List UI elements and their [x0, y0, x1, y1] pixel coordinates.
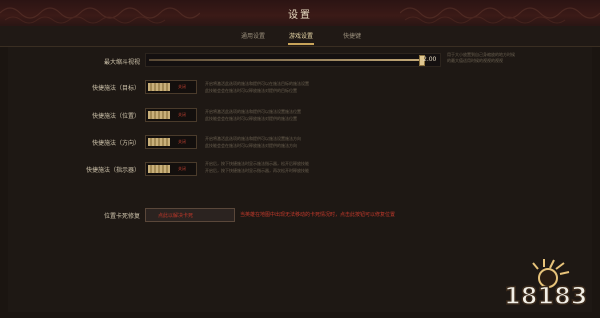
quick-cast-target-label: 快捷施法（目标）	[91, 85, 140, 92]
toggle-state: 关闭	[178, 139, 186, 144]
toggle-knob	[148, 111, 170, 119]
quick-cast-position-toggle[interactable]: 关闭	[145, 108, 197, 122]
tab-general[interactable]: 通用设置	[228, 31, 278, 40]
quick-cast-indicator-toggle[interactable]: 关闭	[145, 162, 197, 176]
stuck-fix-button[interactable]: 点此以解决卡死	[145, 208, 235, 222]
quick-cast-direction-desc: 开启将激活此选项的施法和提供可以施法设置施法方向 此技能会会在施法时可以释放施法…	[205, 135, 505, 149]
toggle-state: 关闭	[178, 84, 186, 89]
window-title: 设置	[288, 10, 312, 21]
desc-line: 开启将激活此选项的施法和提供可以施法设置施法位置	[205, 109, 301, 114]
toggle-state: 关闭	[178, 166, 186, 171]
desc-line: 此技能会会在施法时可以释放施法对提供的施法方向	[205, 143, 297, 148]
quick-cast-direction-label: 快捷施法（方向）	[91, 140, 140, 147]
quick-cast-target-desc: 开启将激活此选项的施法和提供可以在施法目标的施法设置 此技能会会在施法时可以释放…	[205, 80, 505, 94]
desc-line: 此技能会会在施法时可以释放施法对提供的目标位置	[205, 88, 297, 93]
tab-hotkeys[interactable]: 快捷键	[327, 31, 377, 40]
slider-fill	[149, 59, 421, 61]
max-zoom-side-note: 用于大小放置到自己身缩放的地方时候 的最大值适用时候的视视的视视	[447, 52, 582, 64]
logo-text: 18183	[504, 282, 588, 310]
toggle-state: 关闭	[178, 112, 186, 117]
max-zoom-value: 2.00	[423, 56, 437, 63]
side-note-line: 的最大值适用时候的视视的视视	[447, 58, 503, 63]
quick-cast-target-toggle[interactable]: 关闭	[145, 80, 197, 94]
desc-line: 开启将激活此选项的施法和提供可以在施法目标的施法设置	[205, 81, 309, 86]
active-tab-indicator	[288, 43, 314, 45]
stuck-fix-label: 位置卡死修复	[103, 213, 140, 220]
max-zoom-label: 最大缩斗视视	[103, 59, 140, 66]
max-zoom-slider[interactable]	[145, 53, 441, 67]
toggle-knob	[148, 138, 170, 146]
quick-cast-position-label: 快捷施法（位置）	[91, 113, 140, 120]
tab-game[interactable]: 游戏设置	[276, 31, 326, 40]
title-bar: 设置	[0, 0, 600, 27]
desc-line: 此技能会会在施法时可以释放施法对提供的施法位置	[205, 116, 297, 121]
toggle-knob	[148, 165, 170, 173]
quick-cast-indicator-label: 快捷施法（指示器）	[85, 167, 140, 174]
tab-bar: 通用设置 游戏设置 快捷键	[0, 26, 600, 47]
desc-line: 开启后，按下快捷施法时显示施法指示器，松开后释放技能	[205, 161, 309, 166]
quick-cast-direction-toggle[interactable]: 关闭	[145, 135, 197, 149]
watermark-logo: 18183	[503, 259, 588, 311]
desc-line: 开启将激活此选项的施法和提供可以施法设置施法方向	[205, 136, 301, 141]
toggle-knob	[148, 83, 170, 91]
stuck-fix-warning: 当英雄在地图中出现无法移动的卡死情况时，点击此按钮可以修复位置	[240, 212, 396, 218]
desc-line: 开启后，按下快捷施法时显示指示器，再次松开时释放技能	[205, 168, 309, 173]
quick-cast-indicator-desc: 开启后，按下快捷施法时显示施法指示器，松开后释放技能 开启后，按下快捷施法时显示…	[205, 160, 505, 174]
quick-cast-position-desc: 开启将激活此选项的施法和提供可以施法设置施法位置 此技能会会在施法时可以释放施法…	[205, 108, 505, 122]
stuck-fix-button-label: 点此以解决卡死	[158, 213, 194, 219]
